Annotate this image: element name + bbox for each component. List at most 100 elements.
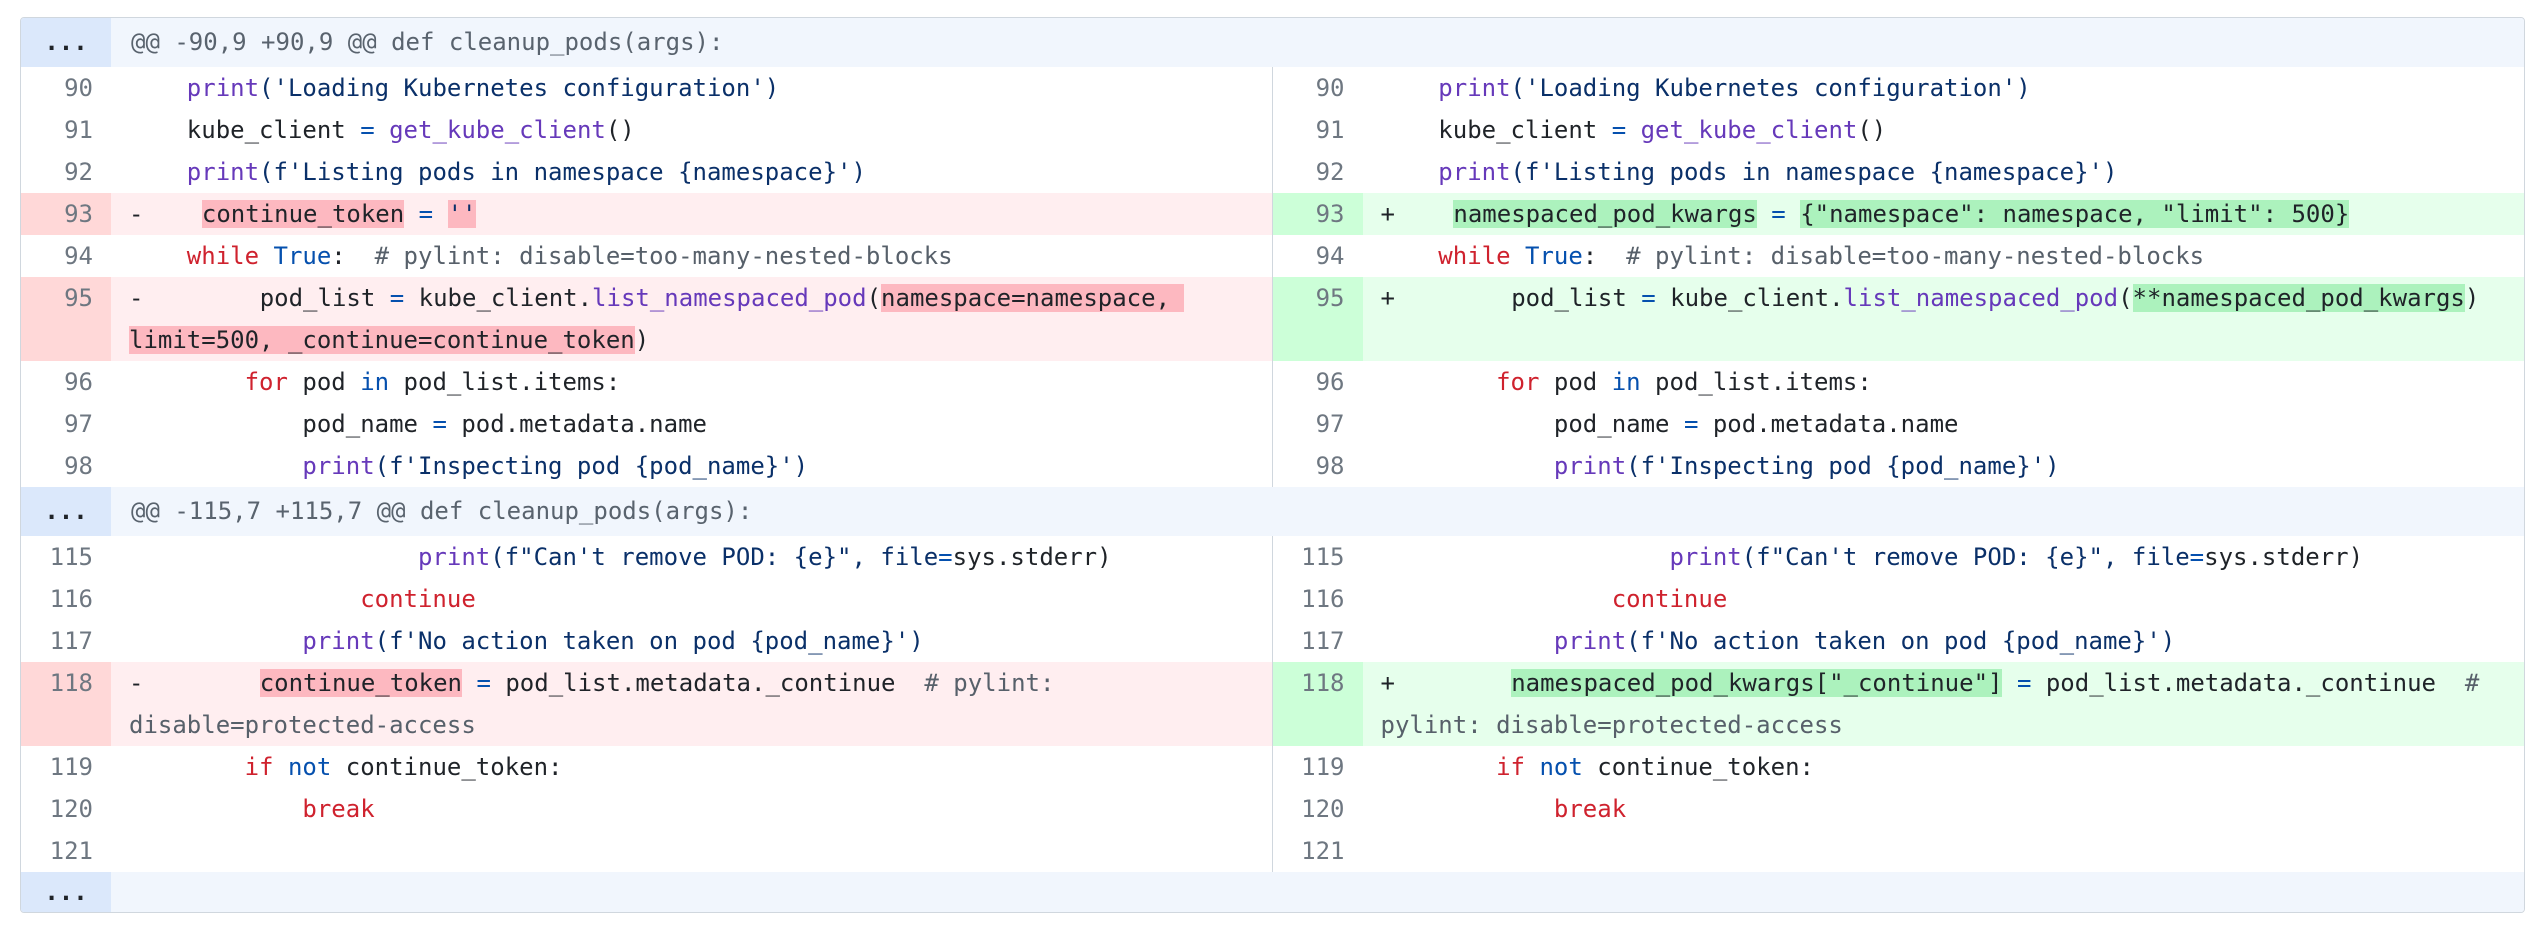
- code-line: kube_client = get_kube_client(): [1438, 116, 1887, 144]
- line-number[interactable]: 90: [1273, 67, 1363, 109]
- right-line-added: 93 + namespaced_pod_kwargs = {"namespace…: [1271, 193, 2524, 235]
- code-line: while True: # pylint: disable=too-many-n…: [186, 242, 953, 270]
- code-line: break: [302, 795, 375, 823]
- addition-marker: +: [1380, 200, 1395, 228]
- line-number[interactable]: 118: [21, 662, 111, 746]
- line-number[interactable]: 97: [21, 403, 111, 445]
- line-number[interactable]: 93: [1272, 193, 1363, 235]
- line-number[interactable]: 119: [1273, 746, 1363, 788]
- line-number[interactable]: 121: [21, 830, 111, 872]
- line-number[interactable]: 90: [21, 67, 111, 109]
- code-line: while True: # pylint: disable=too-many-n…: [1438, 242, 2205, 270]
- left-line-deleted: 118 - continue_token = pod_list.metadata…: [21, 662, 1272, 746]
- line-number[interactable]: 116: [21, 578, 111, 620]
- diff-row-changed: 118 - continue_token = pod_list.metadata…: [21, 662, 2524, 746]
- right-line: 121: [1271, 830, 2525, 872]
- diff-row: 120 break 120 break: [21, 788, 2524, 830]
- expand-hunk-button[interactable]: ...: [21, 18, 111, 67]
- left-line: 94 while True: # pylint: disable=too-man…: [21, 235, 1272, 277]
- hunk-footer: ...: [21, 872, 2524, 912]
- left-line-deleted: 93 - continue_token = '': [21, 193, 1272, 235]
- right-line: 91 kube_client = get_kube_client(): [1271, 109, 2525, 151]
- line-number[interactable]: 94: [21, 235, 111, 277]
- line-number[interactable]: 92: [21, 151, 111, 193]
- code-line: print('Loading Kubernetes configuration'…: [1438, 74, 2031, 102]
- line-number[interactable]: 115: [1273, 536, 1363, 578]
- code-line: if not continue_token:: [244, 753, 563, 781]
- right-line: 97 pod_name = pod.metadata.name: [1271, 403, 2525, 445]
- code-line: + namespaced_pod_kwargs["_continue"] = p…: [1362, 662, 2524, 746]
- code-line: print(f"Can't remove POD: {e}", file=sys…: [417, 543, 1112, 571]
- line-number[interactable]: 98: [1273, 445, 1363, 487]
- right-line: 116 continue: [1271, 578, 2525, 620]
- left-line: 121: [21, 830, 1272, 872]
- line-number[interactable]: 120: [21, 788, 111, 830]
- left-line: 115 print(f"Can't remove POD: {e}", file…: [21, 536, 1272, 578]
- diff-row: 121 121: [21, 830, 2524, 872]
- expand-hunk-button[interactable]: ...: [21, 872, 111, 912]
- left-line: 92 print(f'Listing pods in namespace {na…: [21, 151, 1272, 193]
- addition-marker: +: [1380, 669, 1395, 697]
- line-number[interactable]: 93: [21, 193, 111, 235]
- code-line: - continue_token = '': [111, 193, 1272, 235]
- line-number[interactable]: 94: [1273, 235, 1363, 277]
- diff-row-changed: 93 - continue_token = '' 93 + namespaced…: [21, 193, 2524, 235]
- line-number[interactable]: 91: [1273, 109, 1363, 151]
- right-line-added: 118 + namespaced_pod_kwargs["_continue"]…: [1271, 662, 2524, 746]
- line-number[interactable]: 115: [21, 536, 111, 578]
- deletion-marker: -: [129, 669, 144, 697]
- right-line: 98 print(f'Inspecting pod {pod_name}'): [1271, 445, 2525, 487]
- left-line: 96 for pod in pod_list.items:: [21, 361, 1272, 403]
- diff-row: 94 while True: # pylint: disable=too-man…: [21, 235, 2524, 277]
- line-number[interactable]: 96: [21, 361, 111, 403]
- code-line: + namespaced_pod_kwargs = {"namespace": …: [1362, 193, 2524, 235]
- code-line: break: [1553, 795, 1627, 823]
- diff-row-changed: 95 - pod_list = kube_client.list_namespa…: [21, 277, 2524, 361]
- code-line: print(f'No action taken on pod {pod_name…: [1553, 627, 2176, 655]
- line-number[interactable]: 96: [1273, 361, 1363, 403]
- code-line: print(f"Can't remove POD: {e}", file=sys…: [1669, 543, 2364, 571]
- code-line: continue: [1611, 585, 1728, 613]
- code-line: print(f'No action taken on pod {pod_name…: [302, 627, 924, 655]
- code-line: - pod_list = kube_client.list_namespaced…: [111, 277, 1272, 361]
- code-line: + pod_list = kube_client.list_namespaced…: [1362, 277, 2524, 361]
- line-number[interactable]: 120: [1273, 788, 1363, 830]
- right-line: 92 print(f'Listing pods in namespace {na…: [1271, 151, 2525, 193]
- line-number[interactable]: 97: [1273, 403, 1363, 445]
- line-number[interactable]: 116: [1273, 578, 1363, 620]
- code-line: - continue_token = pod_list.metadata._co…: [111, 662, 1272, 746]
- code-line: continue: [360, 585, 476, 613]
- deletion-marker: -: [129, 200, 144, 228]
- left-line: 119 if not continue_token:: [21, 746, 1272, 788]
- diff-row: 92 print(f'Listing pods in namespace {na…: [21, 151, 2524, 193]
- hunk-header: ... @@ -90,9 +90,9 @@ def cleanup_pods(a…: [21, 18, 2524, 67]
- line-number[interactable]: 95: [1272, 277, 1363, 361]
- line-number[interactable]: 91: [21, 109, 111, 151]
- line-number[interactable]: 98: [21, 445, 111, 487]
- line-number[interactable]: 118: [1272, 662, 1363, 746]
- code-line: print(f'Listing pods in namespace {names…: [186, 158, 866, 186]
- line-number[interactable]: 117: [21, 620, 111, 662]
- left-line: 97 pod_name = pod.metadata.name: [21, 403, 1272, 445]
- code-line: pod_name = pod.metadata.name: [302, 410, 707, 438]
- deletion-marker: -: [129, 284, 144, 312]
- code-line: print(f'Listing pods in namespace {names…: [1438, 158, 2118, 186]
- expand-hunk-button[interactable]: ...: [21, 487, 111, 536]
- code-line: print('Loading Kubernetes configuration'…: [186, 74, 780, 102]
- line-number[interactable]: 117: [1273, 620, 1363, 662]
- left-line: 98 print(f'Inspecting pod {pod_name}'): [21, 445, 1272, 487]
- line-number[interactable]: 121: [1273, 830, 1363, 872]
- diff-row: 97 pod_name = pod.metadata.name 97 pod_n…: [21, 403, 2524, 445]
- right-line: 96 for pod in pod_list.items:: [1271, 361, 2525, 403]
- right-line: 90 print('Loading Kubernetes configurati…: [1271, 67, 2525, 109]
- left-line: 116 continue: [21, 578, 1272, 620]
- left-line: 91 kube_client = get_kube_client(): [21, 109, 1272, 151]
- diff-row: 117 print(f'No action taken on pod {pod_…: [21, 620, 2524, 662]
- line-number[interactable]: 119: [21, 746, 111, 788]
- right-line: 120 break: [1271, 788, 2525, 830]
- line-number[interactable]: 92: [1273, 151, 1363, 193]
- right-line-added: 95 + pod_list = kube_client.list_namespa…: [1271, 277, 2524, 361]
- line-number[interactable]: 95: [21, 277, 111, 361]
